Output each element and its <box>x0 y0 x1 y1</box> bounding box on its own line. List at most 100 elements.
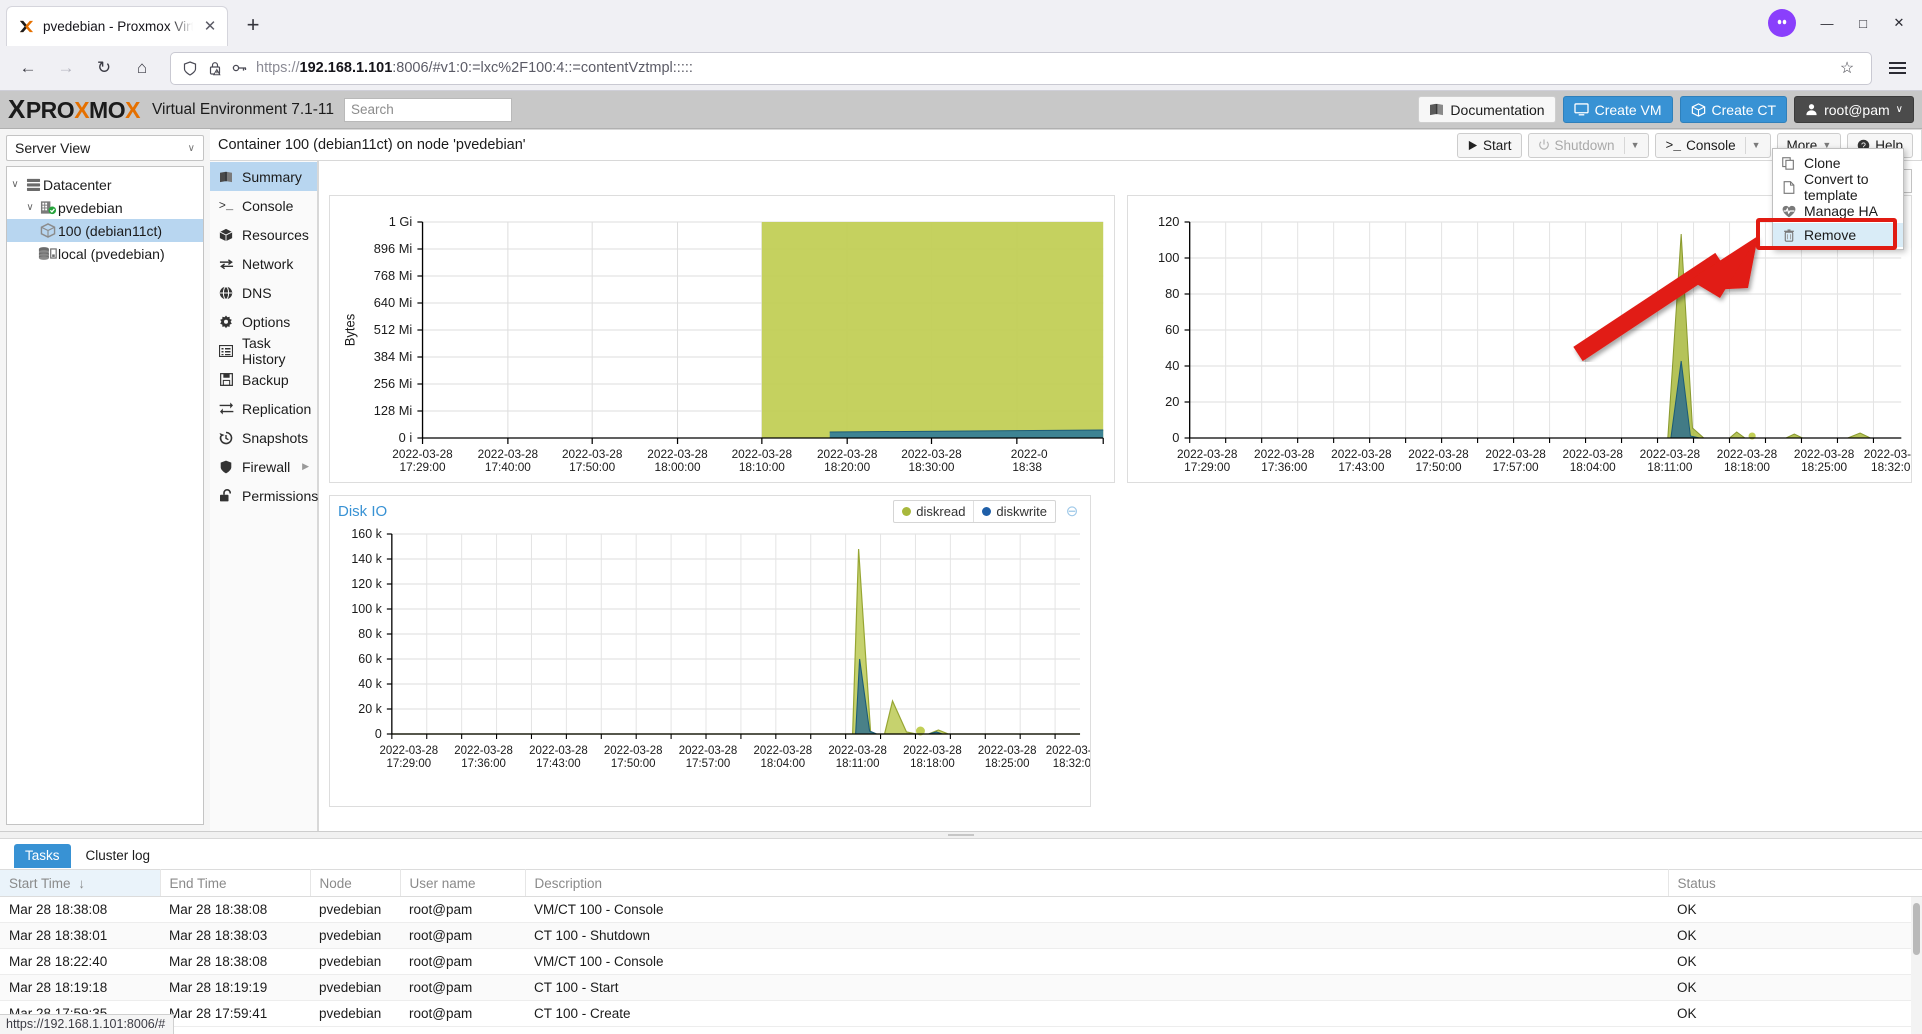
console-button[interactable]: >_ Console ▼ <box>1655 133 1770 158</box>
y-tick: 120 <box>1157 215 1178 229</box>
table-row[interactable]: Mar 28 18:38:08 Mar 28 18:38:08 pvedebia… <box>0 897 1922 923</box>
maximize-button[interactable]: □ <box>1846 8 1880 38</box>
close-icon[interactable]: ✕ <box>201 18 219 36</box>
table-row[interactable]: Mar 28 18:22:40 Mar 28 18:38:08 pvedebia… <box>0 949 1922 975</box>
y-tick: 80 <box>1165 287 1179 301</box>
column-start-time[interactable]: Start Time ↓ <box>0 870 160 897</box>
reload-icon[interactable]: ↻ <box>86 51 122 85</box>
minimize-button[interactable]: — <box>1810 8 1844 38</box>
tab-tasks[interactable]: Tasks <box>14 844 71 868</box>
tab-options[interactable]: Options <box>210 307 317 336</box>
tab-snapshots[interactable]: Snapshots <box>210 423 317 452</box>
home-icon[interactable]: ⌂ <box>124 51 160 85</box>
sidebar-item-pvedebian[interactable]: ∨ pvedebian <box>7 196 203 219</box>
column-end-time[interactable]: End Time <box>160 870 310 897</box>
main-body: Server View ∨ ∨ Datacenter ∨ <box>0 129 1922 831</box>
x-tick: 2022-03-28 <box>647 448 707 461</box>
legend-diskwrite[interactable]: diskwrite <box>973 501 1055 522</box>
menu-label: Convert to template <box>1804 171 1895 203</box>
node-icon <box>38 200 58 215</box>
search-input[interactable]: Search <box>344 98 512 122</box>
menu-label: Clone <box>1804 155 1841 171</box>
column-description[interactable]: Description <box>525 870 1668 897</box>
x-tick: 18:18:00 <box>1723 461 1770 474</box>
table-row[interactable]: Mar 28 17:59:35 Mar 28 17:59:41 pvedebia… <box>0 1001 1922 1027</box>
sidebar-item-label: pvedebian <box>58 200 123 216</box>
menu-item-convert-to-template[interactable]: Convert to template <box>1773 175 1903 199</box>
user-menu-button[interactable]: root@pam ∨ <box>1794 96 1914 123</box>
tab-cluster-log[interactable]: Cluster log <box>75 844 162 868</box>
disk-io-title: Disk IO <box>338 503 387 520</box>
cell-end-time: Mar 28 18:38:08 <box>160 949 310 975</box>
globe-icon <box>218 286 234 300</box>
x-tick: 18:11:00 <box>836 758 880 770</box>
table-row[interactable]: Mar 28 18:19:18 Mar 28 18:19:19 pvedebia… <box>0 975 1922 1001</box>
tab-backup[interactable]: Backup <box>210 365 317 394</box>
tab-resources[interactable]: Resources <box>210 220 317 249</box>
menu-item-remove[interactable]: Remove <box>1773 223 1903 247</box>
x-tick: 2022-03-28 <box>1863 448 1911 461</box>
back-icon[interactable]: ← <box>10 51 46 85</box>
create-ct-button[interactable]: Create CT <box>1680 96 1788 123</box>
column-node[interactable]: Node <box>310 870 400 897</box>
y-tick: 40 k <box>358 677 382 691</box>
browser-menu-icon[interactable] <box>1882 62 1912 74</box>
resource-nav: Summary >_ Console Resources Network DNS <box>210 161 318 831</box>
cell-node: pvedebian <box>310 975 400 1001</box>
server-view-selector[interactable]: Server View ∨ <box>6 135 204 161</box>
panel-splitter[interactable] <box>0 832 1922 839</box>
logo-x3: X <box>125 97 140 124</box>
browser-tab[interactable]: pvedebian - Proxmox Virt ✕ <box>6 6 228 46</box>
cell-start-time: Mar 28 18:38:01 <box>0 923 160 949</box>
tab-replication[interactable]: Replication <box>210 394 317 423</box>
menu-label: Manage HA <box>1804 203 1878 219</box>
tab-console[interactable]: >_ Console <box>210 191 317 220</box>
url-text[interactable]: https://192.168.1.101:8006/#v1:0:=lxc%2F… <box>256 60 1825 76</box>
tab-network[interactable]: Network <box>210 249 317 278</box>
shield-icon[interactable] <box>181 61 198 76</box>
sidebar-item-local-storage[interactable]: local (pvedebian) <box>7 242 203 265</box>
cell-user: root@pam <box>400 949 525 975</box>
new-tab-button[interactable]: + <box>236 9 270 43</box>
x-tick: 2022-03-28 <box>1716 448 1776 461</box>
url-bar[interactable]: https://192.168.1.101:8006/#v1:0:=lxc%2F… <box>170 52 1872 85</box>
y-tick: 896 Mi <box>374 242 413 256</box>
documentation-label: Documentation <box>1450 102 1544 118</box>
shield-icon <box>218 460 234 474</box>
column-user-name[interactable]: User name <box>400 870 525 897</box>
url-path: :8006/#v1:0:=lxc%2F100:4::=contentVztmpl… <box>392 60 693 76</box>
storage-icon <box>38 246 58 261</box>
tab-firewall[interactable]: Firewall ▶ <box>210 452 317 481</box>
x-tick: 2022-03-28 <box>828 745 887 757</box>
monitor-icon <box>1574 103 1589 116</box>
nav-label: DNS <box>242 285 272 301</box>
tab-permissions[interactable]: Permissions <box>210 481 317 510</box>
start-button[interactable]: Start <box>1457 133 1522 158</box>
window-close-button[interactable]: ✕ <box>1882 8 1916 38</box>
x-tick: 2022-03-28 <box>901 448 961 461</box>
y-axis-label: Bytes <box>343 313 358 346</box>
create-vm-button[interactable]: Create VM <box>1563 96 1673 123</box>
table-scrollbar[interactable] <box>1911 897 1922 1034</box>
table-row[interactable]: Mar 28 18:38:01 Mar 28 18:38:03 pvedebia… <box>0 923 1922 949</box>
documentation-button[interactable]: Documentation <box>1418 96 1555 123</box>
forward-icon[interactable]: → <box>48 51 84 85</box>
expander-icon[interactable]: ∨ <box>22 202 38 213</box>
collapse-icon[interactable]: ⊖ <box>1062 500 1082 523</box>
expander-icon[interactable]: ∨ <box>7 179 23 190</box>
chevron-down-icon[interactable]: ▼ <box>1631 140 1640 150</box>
lock-warning-icon[interactable] <box>206 61 223 76</box>
sidebar-item-container-100[interactable]: 100 (debian11ct) <box>7 219 203 242</box>
permissions-key-icon[interactable] <box>231 61 248 75</box>
sidebar-item-datacenter[interactable]: ∨ Datacenter <box>7 173 203 196</box>
legend-diskread[interactable]: diskread <box>894 501 973 522</box>
tab-dns[interactable]: DNS <box>210 278 317 307</box>
column-status[interactable]: Status <box>1668 870 1922 897</box>
chevron-down-icon[interactable]: ▼ <box>1752 140 1761 150</box>
avatar[interactable] <box>1768 9 1796 37</box>
shutdown-button[interactable]: Shutdown ▼ <box>1528 133 1650 158</box>
bookmark-star-icon[interactable]: ☆ <box>1833 58 1861 78</box>
tab-task-history[interactable]: Task History <box>210 336 317 365</box>
play-icon <box>1467 140 1478 151</box>
tab-summary[interactable]: Summary <box>210 162 317 191</box>
